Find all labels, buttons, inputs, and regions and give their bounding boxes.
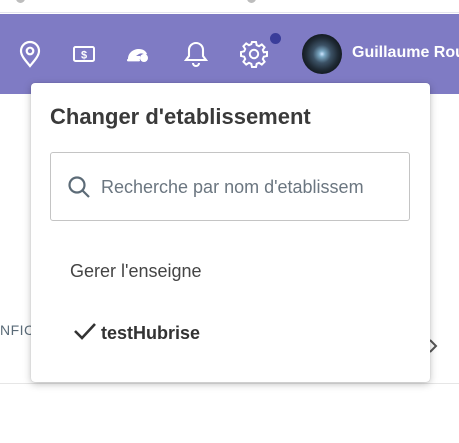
user-name[interactable]: Guillaume Rou [352, 44, 459, 62]
bell-icon[interactable] [176, 14, 216, 94]
svg-text:$: $ [81, 50, 87, 62]
establishment-dropdown: Changer d'etablissement Gerer l'enseigne… [31, 83, 430, 382]
partial-icon [16, 0, 25, 3]
delivery-icon[interactable] [118, 14, 158, 94]
search-box[interactable] [50, 152, 410, 221]
check-icon [73, 321, 97, 346]
background-section-label: NFIC [0, 322, 35, 338]
location-pin-icon[interactable] [10, 14, 50, 94]
divider [0, 383, 459, 384]
menu-item-current-establishment[interactable]: testHubrise [73, 321, 200, 346]
menu-item-label: testHubrise [101, 323, 201, 343]
avatar[interactable] [302, 34, 342, 74]
dropdown-title: Changer d'etablissement [50, 104, 311, 129]
notification-dot [270, 33, 281, 44]
search-input[interactable] [101, 171, 401, 203]
partial-icon [247, 0, 256, 3]
menu-item-manage-brand[interactable]: Gerer l'enseigne [70, 261, 202, 282]
cash-icon[interactable]: $ [64, 14, 104, 94]
search-icon [67, 175, 91, 204]
gear-icon[interactable] [234, 14, 274, 94]
top-strip [0, 0, 459, 13]
